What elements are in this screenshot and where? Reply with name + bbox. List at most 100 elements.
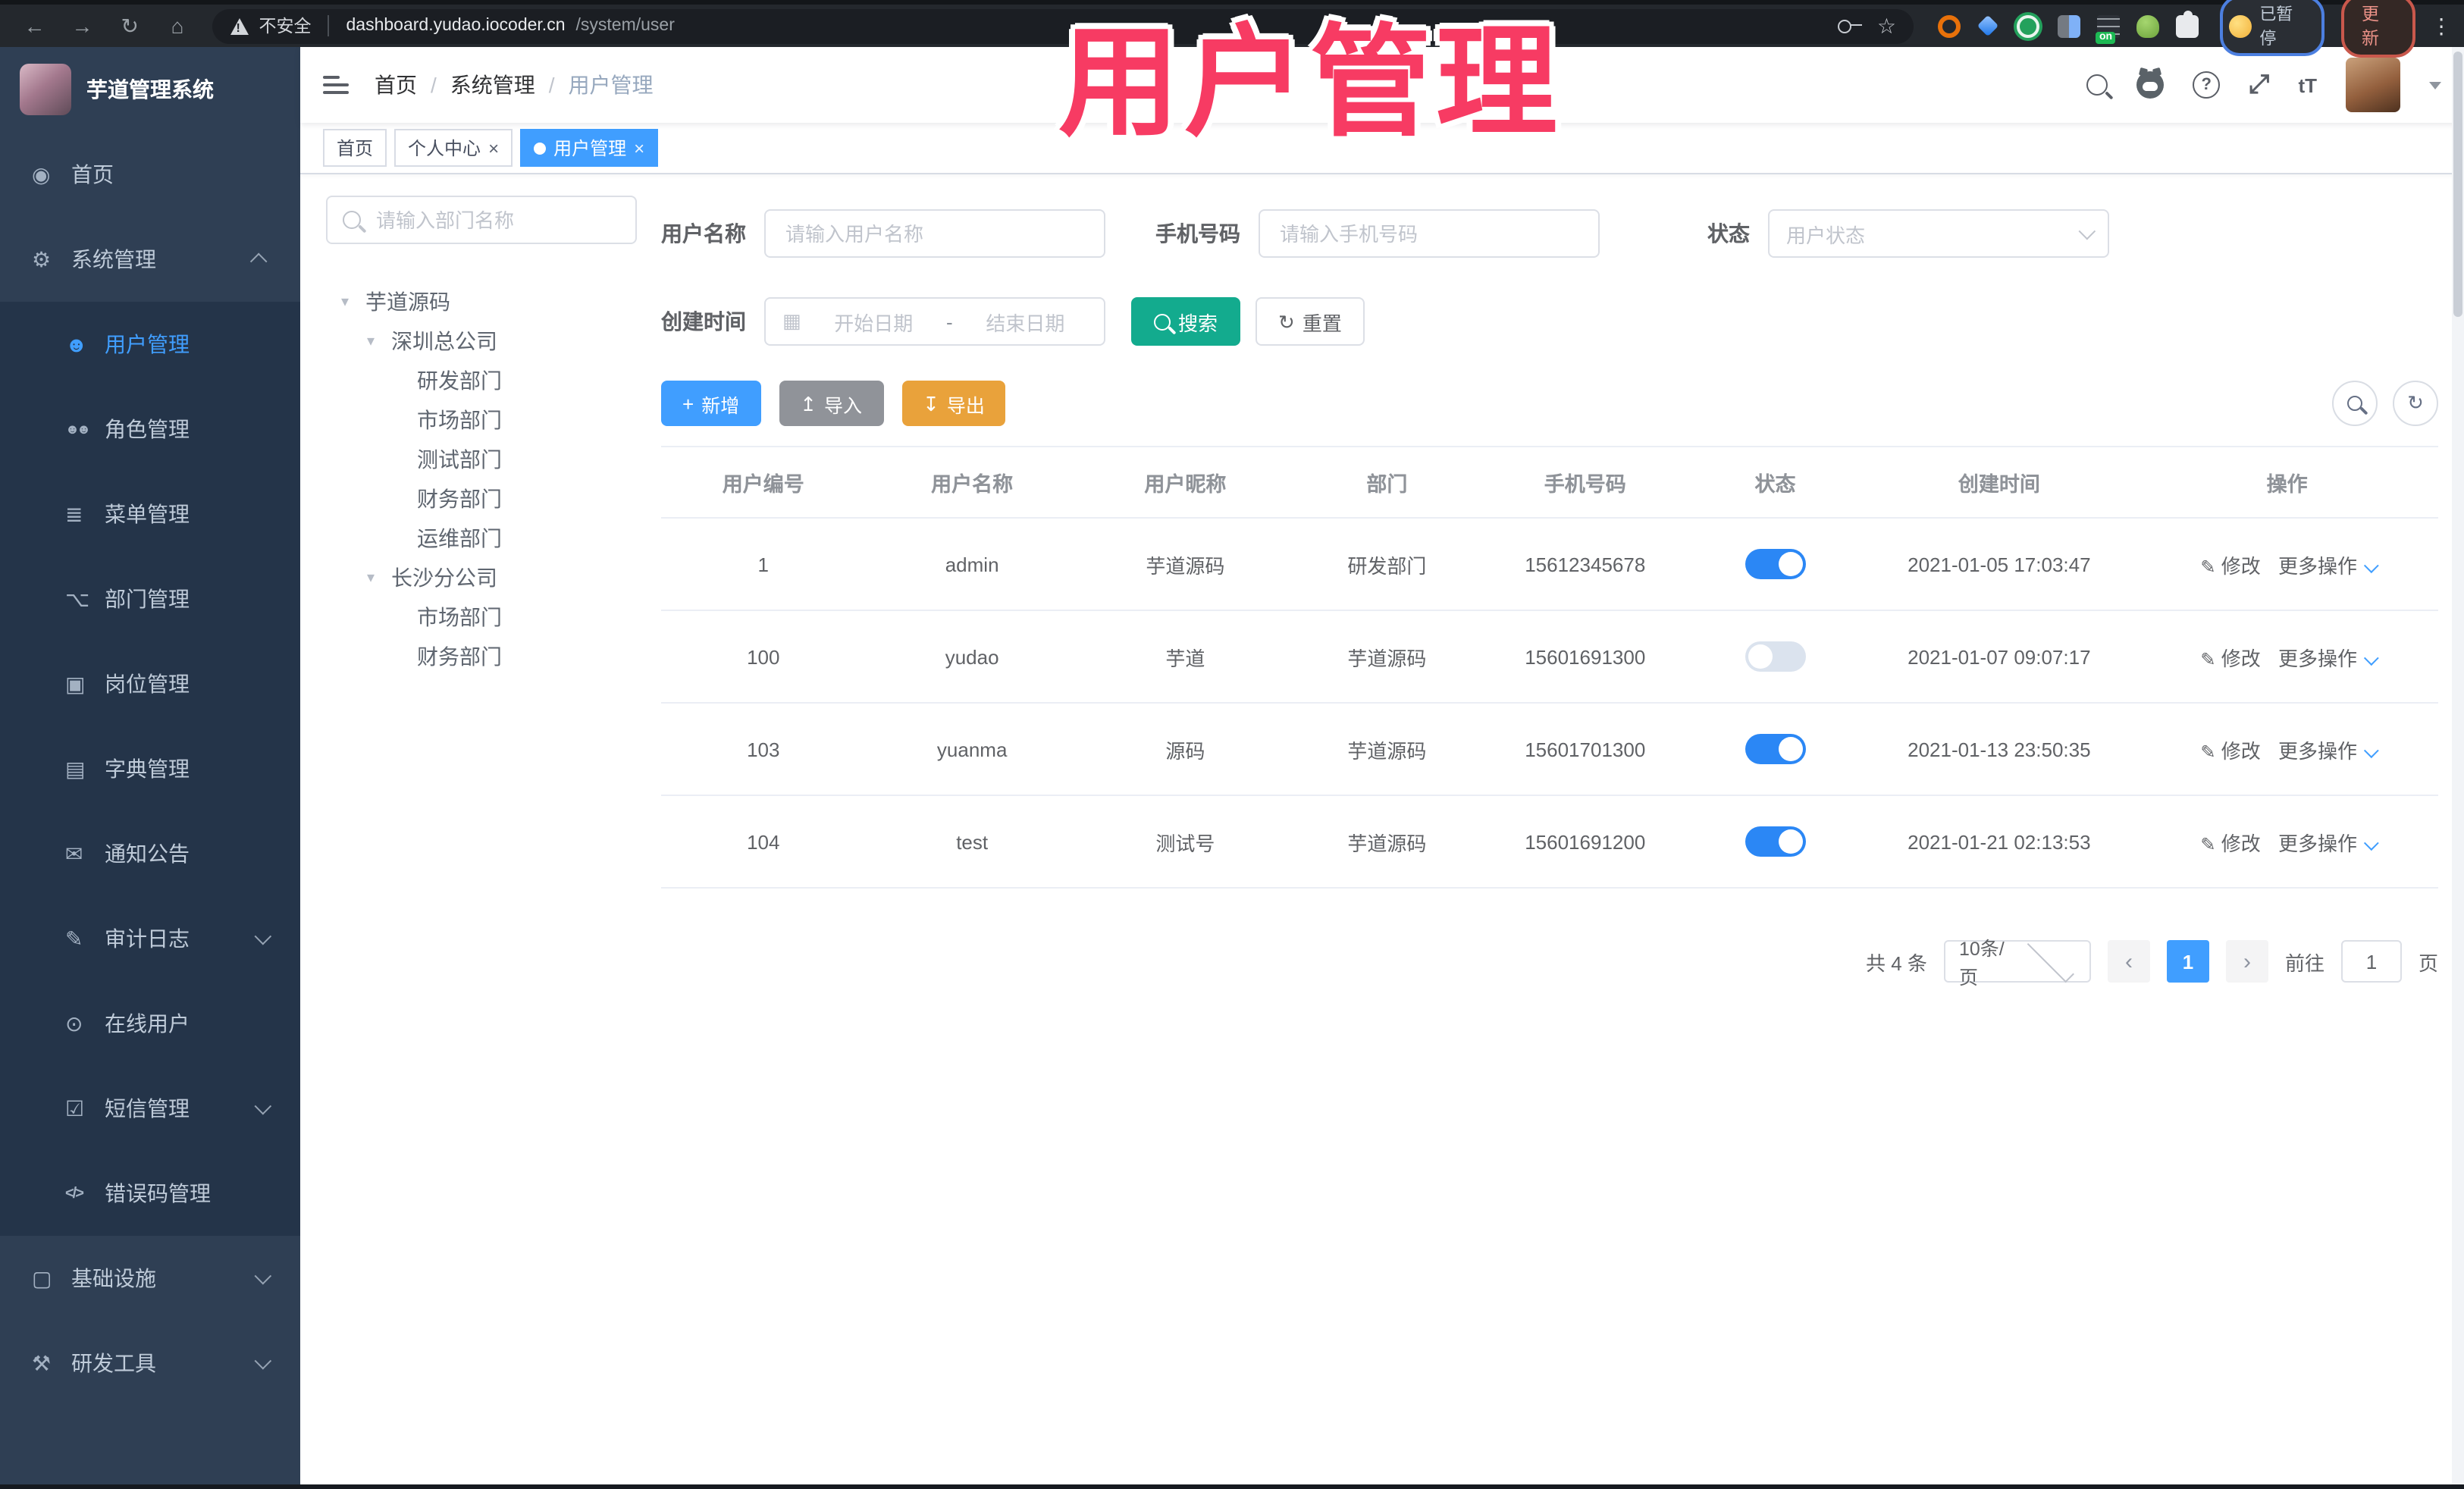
avatar-dropdown-caret-icon[interactable] — [2429, 81, 2441, 89]
tree-node[interactable]: ▾ 市场部门 — [326, 400, 637, 440]
tab[interactable]: 用户管理 × — [520, 129, 659, 167]
sidebar-item[interactable]: ☑ 短信管理 — [0, 1066, 300, 1151]
tree-caret-icon[interactable]: ▾ — [367, 569, 391, 586]
sidebar-item[interactable]: ◉ 首页 — [0, 132, 300, 217]
search-button[interactable]: 搜索 — [1131, 297, 1241, 346]
tree-node[interactable]: ▾ 长沙分公司 — [326, 558, 637, 597]
extension-icon-puzzle[interactable] — [2176, 10, 2199, 37]
sidebar-item[interactable]: ✉ 通知公告 — [0, 811, 300, 896]
sidebar-item[interactable]: ✎ 审计日志 — [0, 896, 300, 981]
extension-icon-blue-gem[interactable] — [1977, 14, 2000, 37]
tree-node[interactable]: ▾ 财务部门 — [326, 479, 637, 519]
reset-button[interactable]: ↻ 重置 — [1256, 297, 1365, 346]
sidebar-item[interactable]: ⊙ 在线用户 — [0, 981, 300, 1066]
not-secure-warning-icon[interactable]: ! — [230, 17, 249, 34]
prev-page-button[interactable]: ‹ — [2107, 940, 2150, 983]
sidebar-item[interactable]: </> 错误码管理 — [0, 1151, 300, 1236]
sidebar-item[interactable]: ⌥ 部门管理 — [0, 556, 300, 641]
import-button[interactable]: ↥ 导入 — [779, 381, 884, 426]
browser-forward-icon[interactable]: → — [60, 14, 105, 38]
extension-icon-list-on-badge[interactable] — [2096, 14, 2121, 43]
browser-reload-icon[interactable]: ↻ — [108, 13, 152, 39]
sidebar-item[interactable]: ▢ 基础设施 — [0, 1236, 300, 1321]
page-1-button[interactable]: 1 — [2166, 940, 2209, 983]
more-actions[interactable]: 更多操作 — [2278, 739, 2378, 762]
search-icon[interactable] — [2086, 74, 2108, 96]
edit-action[interactable]: ✎ 修改 — [2200, 739, 2260, 762]
more-actions[interactable]: 更多操作 — [2278, 832, 2378, 854]
tree-node[interactable]: ▾ 芋道源码 — [326, 282, 637, 321]
tab-close-icon[interactable]: × — [488, 137, 499, 158]
font-size-icon[interactable]: tT — [2298, 74, 2317, 96]
sidebar-item[interactable]: ▣ 岗位管理 — [0, 641, 300, 726]
app-logo[interactable]: 芋道管理系统 — [0, 47, 300, 132]
browser-back-icon[interactable]: ← — [12, 14, 57, 38]
dept-search-box[interactable] — [326, 196, 637, 244]
extension-icon-grid[interactable] — [2058, 14, 2081, 37]
bookmark-star-icon[interactable]: ☆ — [1877, 13, 1896, 39]
extension-icon-orange-ring[interactable] — [1938, 14, 1961, 37]
status-switch[interactable] — [1745, 641, 1806, 672]
scrollbar-thumb[interactable] — [2453, 52, 2462, 317]
tree-node[interactable]: ▾ 深圳总公司 — [326, 321, 637, 361]
breadcrumb-item[interactable]: 首页 — [375, 70, 417, 100]
page-size-select[interactable]: 10条/页 — [1943, 936, 2091, 989]
browser-menu-icon[interactable]: ⋮ — [2431, 13, 2452, 39]
extension-icon-green-figure[interactable] — [2136, 14, 2160, 37]
username-input[interactable] — [782, 221, 1087, 246]
sidebar-item[interactable]: ≣ 菜单管理 — [0, 472, 300, 556]
dept-search-input[interactable] — [373, 207, 620, 233]
tree-node[interactable]: ▾ 财务部门 — [326, 637, 637, 676]
sidebar-item[interactable]: ⚒ 研发工具 — [0, 1321, 300, 1406]
sidebar-item[interactable]: ☻☻ 角色管理 — [0, 387, 300, 472]
cell-dept: 研发部门 — [1292, 518, 1482, 611]
tree-node[interactable]: ▾ 运维部门 — [326, 519, 637, 558]
address-bar[interactable]: ! 不安全 dashboard.yudao.iocoder.cn /system… — [212, 8, 1914, 43]
pencil-icon: ✎ — [2200, 741, 2216, 762]
refresh-table-button[interactable]: ↻ — [2393, 381, 2438, 426]
tree-node[interactable]: ▾ 研发部门 — [326, 361, 637, 400]
toggle-search-button[interactable] — [2332, 381, 2378, 426]
next-page-button[interactable]: › — [2225, 940, 2268, 983]
sidebar-item[interactable]: ▤ 字典管理 — [0, 726, 300, 811]
export-button[interactable]: ↧ 导出 — [901, 381, 1006, 426]
tab-close-icon[interactable]: × — [634, 137, 644, 158]
more-actions[interactable]: 更多操作 — [2278, 554, 2378, 577]
password-key-icon[interactable] — [1837, 19, 1862, 33]
browser-update-button[interactable]: 更新 — [2341, 0, 2416, 58]
tree-node[interactable]: ▾ 测试部门 — [326, 440, 637, 479]
profile-paused-badge[interactable]: 已暂停 — [2220, 0, 2325, 56]
tree-node[interactable]: ▾ 市场部门 — [326, 597, 637, 637]
sidebar-item[interactable]: ☻ 用户管理 — [0, 302, 300, 387]
tab[interactable]: 个人中心 × — [394, 129, 513, 167]
user-avatar[interactable] — [2346, 58, 2400, 112]
filter-form-row-1: 用户名称 手机号码 状态 — [661, 209, 2438, 258]
more-actions[interactable]: 更多操作 — [2278, 647, 2378, 669]
status-select[interactable]: 用户状态 — [1768, 209, 2109, 258]
status-switch[interactable] — [1745, 549, 1806, 579]
status-switch[interactable] — [1745, 734, 1806, 764]
tree-caret-icon[interactable]: ▾ — [367, 333, 391, 350]
github-icon[interactable] — [2136, 71, 2165, 99]
sidebar-item[interactable]: ⚙ 系统管理 — [0, 217, 300, 302]
username-field[interactable] — [764, 209, 1105, 258]
page-scrollbar[interactable] — [2452, 47, 2464, 1484]
browser-home-icon[interactable]: ⌂ — [155, 14, 200, 38]
edit-action[interactable]: ✎ 修改 — [2200, 832, 2260, 854]
breadcrumb-item[interactable]: 系统管理 — [450, 70, 535, 100]
tree-caret-icon[interactable]: ▾ — [341, 293, 365, 310]
mobile-input[interactable] — [1277, 221, 1582, 246]
date-range-picker[interactable]: ▦ 开始日期 - 结束日期 — [764, 297, 1105, 346]
breadcrumb-item[interactable]: 用户管理 — [569, 70, 654, 100]
goto-page-input[interactable] — [2340, 940, 2402, 983]
edit-action[interactable]: ✎ 修改 — [2200, 647, 2260, 669]
tab[interactable]: 首页 × — [323, 129, 387, 167]
add-button[interactable]: + 新增 — [661, 381, 761, 426]
mobile-field[interactable] — [1259, 209, 1600, 258]
fullscreen-icon[interactable]: ⤢ — [2249, 70, 2269, 100]
edit-action[interactable]: ✎ 修改 — [2200, 554, 2260, 577]
status-switch[interactable] — [1745, 826, 1806, 857]
extension-icon-green-circle[interactable] — [2017, 14, 2040, 37]
help-icon[interactable]: ? — [2193, 71, 2221, 99]
sidebar-toggle-icon[interactable] — [323, 71, 349, 99]
